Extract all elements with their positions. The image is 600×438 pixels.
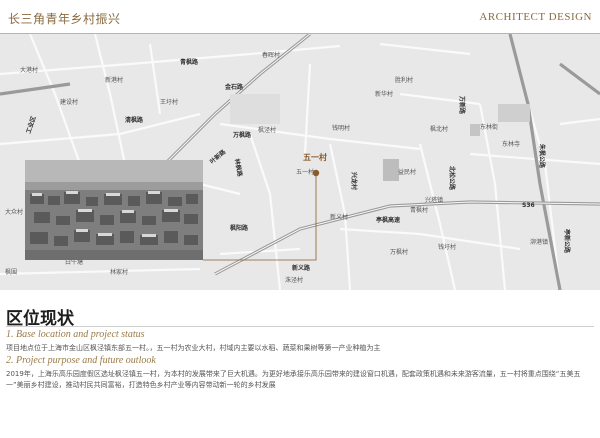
map-label: 朱枫公路 [538, 144, 546, 169]
section-divider [6, 326, 594, 327]
map-label: 林家村 [110, 268, 128, 276]
map-label: 建设村 [60, 98, 78, 106]
map-label: 清枫路 [125, 116, 144, 124]
location-map[interactable]: 大港村 建设村 工业区 金石路 清枫路 万枫路 林枫路 叶新路 枫泾村 五一村 … [0, 34, 600, 290]
paragraph-base-location: 项目地点位于上海市金山区枫泾镇东部五一村。，五一村为农业大村，村域内主要以水稻、… [6, 344, 381, 352]
map-label: 青枫路 [180, 58, 199, 66]
map-label: 春晖村 [262, 51, 280, 59]
map-label: 亭枫高速 [376, 216, 400, 224]
paragraph-project-purpose: 2019年，上海乐高乐园度假区选址枫泾镇五一村，为本村的发展带来了巨大机遇。为更… [6, 370, 581, 389]
header-title: 长三角青年乡村振兴 [8, 12, 121, 26]
map-canvas: 大港村 建设村 工业区 金石路 清枫路 万枫路 林枫路 叶新路 枫泾村 五一村 … [0, 34, 600, 290]
map-label: 大港村 [20, 66, 38, 74]
marker-label: 五一村 [303, 152, 327, 162]
map-label: 东林街 [480, 123, 498, 131]
map-label: 枫泾村 [258, 126, 276, 134]
map-label: 兴塔镇 [425, 196, 443, 204]
map-label: 万枫村 [390, 248, 408, 256]
map-label: 洙泾村 [285, 276, 303, 284]
map-label: 亭新公路 [563, 229, 571, 254]
map-label: 东林寺 [502, 140, 520, 148]
map-label: 金石路 [224, 83, 244, 91]
map-label: S36 [522, 202, 535, 209]
map-label: 胜利村 [395, 76, 413, 84]
map-label: 枫阳路 [230, 224, 249, 232]
map-label: 兴龙村 [350, 172, 358, 190]
map-label: 王圩村 [160, 98, 178, 106]
map-label: 益民村 [398, 168, 416, 176]
map-label: 万枫路 [232, 131, 252, 139]
map-label: 万新路 [458, 95, 466, 115]
location-pin-icon[interactable] [312, 169, 320, 177]
map-label: 新港村 [105, 76, 123, 84]
map-label: 泖港镇 [530, 238, 548, 246]
subtitle-base-location: 1. Base location and project status [6, 329, 145, 340]
map-label: 新义路 [292, 264, 311, 272]
map-label: 新华村 [375, 90, 393, 98]
aerial-photo [25, 160, 203, 260]
map-label: 钱圩村 [438, 243, 456, 251]
map-label: 新义村 [330, 213, 348, 221]
header-brand: ARCHITECT DESIGN [479, 11, 592, 23]
map-label: 枫围 [5, 268, 17, 276]
map-label: 大众村 [5, 208, 23, 216]
subtitle-project-purpose: 2. Project purpose and future outlook [6, 355, 156, 366]
map-label: 五一村 [296, 168, 314, 176]
map-label: 北松公路 [448, 166, 456, 191]
map-label: 钱明村 [332, 124, 350, 132]
map-label: 枫北村 [430, 125, 448, 133]
map-label: 青枫村 [410, 206, 428, 214]
